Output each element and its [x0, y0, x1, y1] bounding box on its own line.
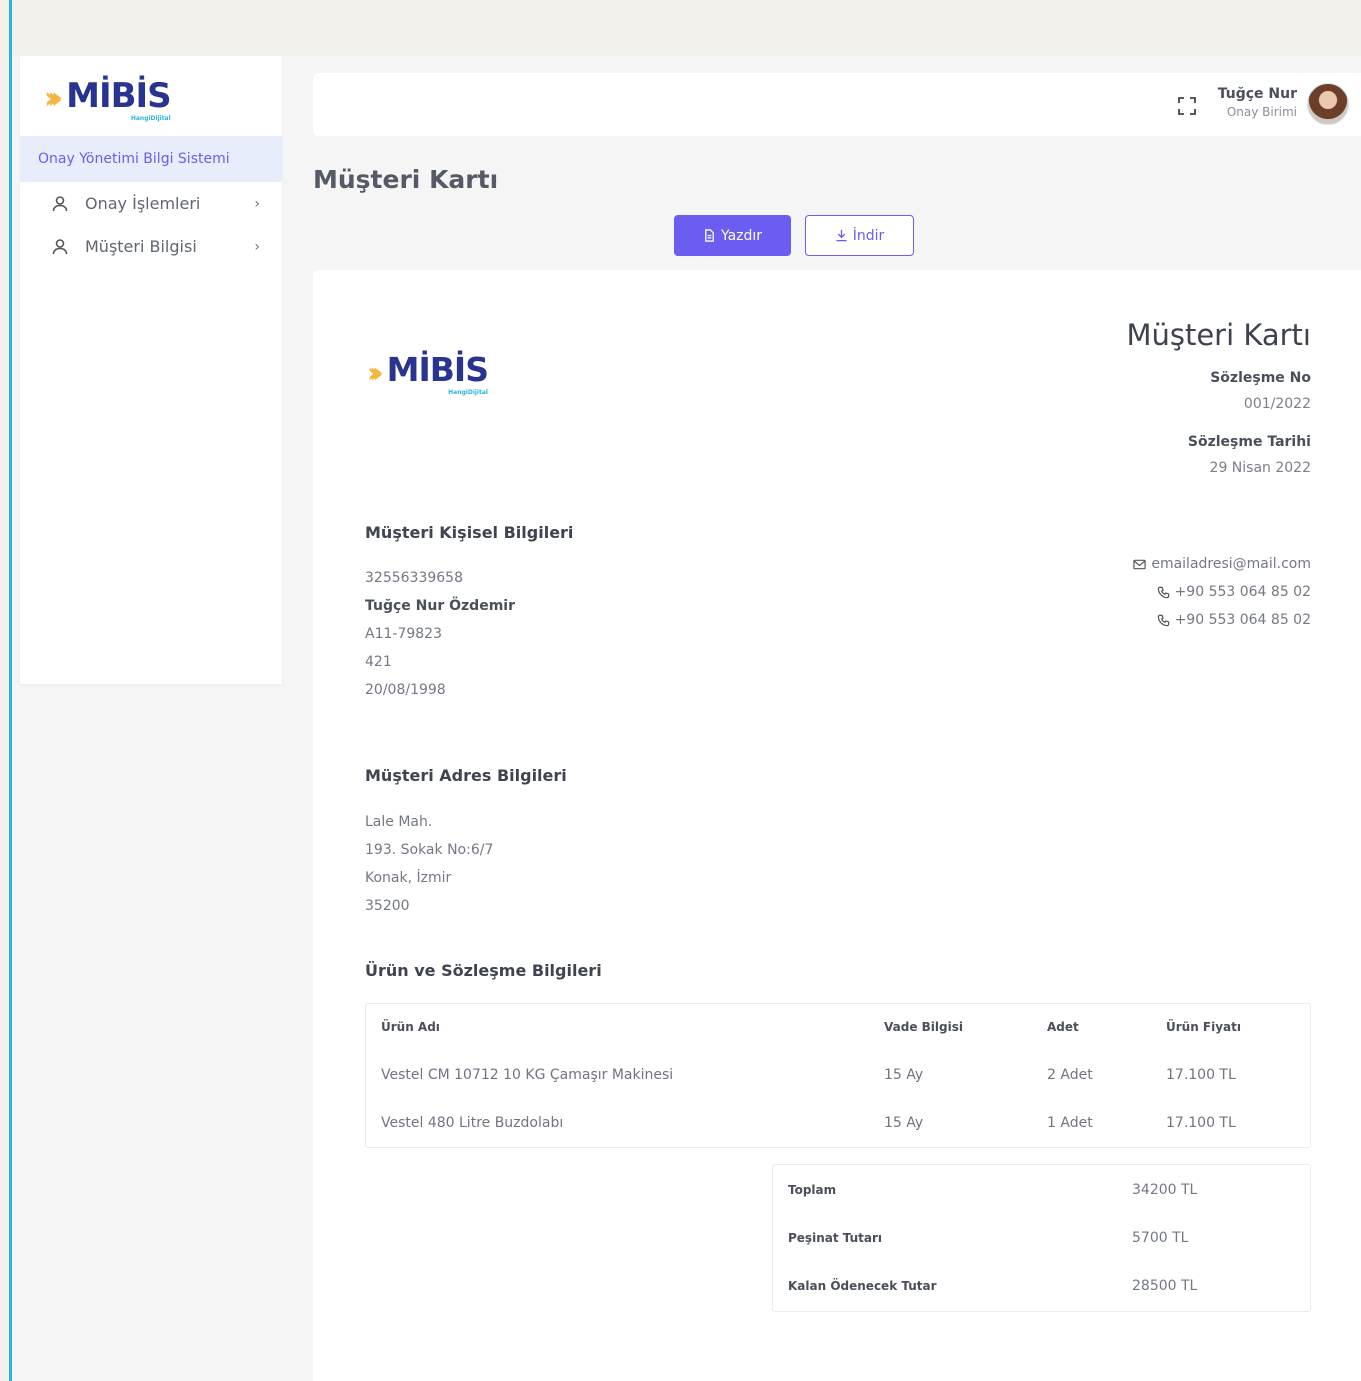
postal-code: 35200 [365, 898, 410, 914]
phone-icon [1157, 614, 1169, 626]
chevrons-icon: › › › [367, 356, 384, 389]
address-line: Konak, İzmir [365, 870, 452, 886]
chevron-right-icon: › [254, 238, 260, 255]
phone: +90 553 064 85 02 [1174, 612, 1311, 628]
user-name: Tuğçe Nur [1217, 86, 1297, 102]
column-header: Ürün Fiyatı [1166, 1020, 1242, 1034]
document-header: Müşteri Kartı Sözleşme No 001/2022 Sözle… [1126, 318, 1311, 498]
code: 421 [365, 654, 392, 670]
sidebar-item-label: Müşteri Bilgisi [85, 237, 197, 256]
products-section-title: Ürün ve Sözleşme Bilgileri [365, 961, 602, 980]
download-icon [836, 229, 847, 242]
page-title: Müşteri Kartı [313, 165, 499, 194]
contact-info: emailadresi@mail.com +90 553 064 85 02 +… [1133, 550, 1311, 634]
quantity: 2 Adet [1047, 1067, 1093, 1083]
products-table: Ürün Adı Vade Bilgisi Adet Ürün Fiyatı V… [365, 1003, 1311, 1148]
mail-icon [1133, 559, 1147, 569]
phone-row[interactable]: +90 553 064 85 02 [1133, 578, 1311, 606]
avatar[interactable] [1307, 83, 1349, 125]
phone-icon [1157, 586, 1169, 598]
user-icon [52, 195, 68, 211]
total-row: Toplam 34200 TL [773, 1166, 1310, 1214]
table-header: Ürün Adı Vade Bilgisi Adet Ürün Fiyatı [366, 1004, 1310, 1050]
column-header: Vade Bilgisi [884, 1020, 963, 1034]
remaining-value: 28500 TL [1132, 1278, 1198, 1294]
sidebar-item-onay-islemleri[interactable]: Onay İşlemleri › [20, 182, 282, 225]
card-logo: › › › MİBİS HangiDijital [367, 350, 489, 397]
contract-date: 29 Nisan 2022 [1209, 460, 1311, 476]
user-info[interactable]: Tuğçe Nur Onay Birimi [1218, 86, 1297, 119]
user-icon [52, 238, 68, 254]
product-name: Vestel 480 Litre Buzdolabı [381, 1115, 564, 1131]
serial-number: A11-79823 [365, 626, 442, 642]
term: 15 Ay [884, 1115, 924, 1131]
print-button[interactable]: Yazdır [674, 215, 791, 256]
total-label: Toplam [788, 1183, 837, 1197]
sidebar-brand[interactable]: › › › MİBİS HangiDijital [20, 56, 282, 136]
id-number: 32556339658 [365, 570, 463, 586]
mibis-logo: › › › MİBİS HangiDijital [44, 76, 172, 122]
quantity: 1 Adet [1047, 1115, 1093, 1131]
column-header: Ürün Adı [381, 1020, 440, 1034]
address-line: Lale Mah. [365, 814, 433, 830]
contract-no-label: Sözleşme No [1210, 370, 1311, 386]
sidebar: › › › MİBİS HangiDijital Onay Yönetimi Bil… [20, 56, 282, 684]
top-bar: Tuğçe Nur Onay Birimi [313, 73, 1361, 136]
product-name: Vestel CM 10712 10 KG Çamaşır Makinesi [381, 1067, 674, 1083]
system-title[interactable]: Onay Yönetimi Bilgi Sistemi [20, 136, 282, 182]
birth-date: 20/08/1998 [365, 682, 446, 698]
logo-text: MİBİS [66, 76, 172, 116]
address-info: Lale Mah. 193. Sokak No:6/7 Konak, İzmir… [365, 813, 493, 925]
contract-no: 001/2022 [1243, 396, 1311, 412]
sidebar-item-label: Onay İşlemleri [85, 194, 201, 213]
user-role: Onay Birimi [1226, 105, 1297, 119]
column-header: Adet [1047, 1020, 1079, 1034]
download-label: İndir [852, 227, 885, 244]
personal-info: 32556339658 Tuğçe Nur Özdemir A11-79823 … [365, 569, 515, 709]
contract-date-label: Sözleşme Tarihi [1187, 434, 1311, 450]
phone-row[interactable]: +90 553 064 85 02 [1133, 606, 1311, 634]
address-section-title: Müşteri Adres Bilgileri [365, 766, 567, 785]
logo-tagline: HangiDijital [448, 389, 488, 396]
totals-table: Toplam 34200 TL Peşinat Tutarı 5700 TL K… [772, 1164, 1311, 1312]
logo-text: MİBİS [386, 350, 489, 389]
fullscreen-icon[interactable] [1177, 96, 1197, 116]
download-button[interactable]: İndir [805, 215, 914, 256]
print-label: Yazdır [720, 227, 763, 244]
price: 17.100 TL [1166, 1067, 1236, 1083]
card-title: Müşteri Kartı [1126, 318, 1311, 352]
phone: +90 553 064 85 02 [1174, 584, 1311, 600]
remaining-label: Kalan Ödenecek Tutar [788, 1279, 937, 1293]
personal-section-title: Müşteri Kişisel Bilgileri [365, 523, 574, 542]
logo-tagline: HangiDijital [130, 115, 171, 122]
price: 17.100 TL [1166, 1115, 1236, 1131]
term: 15 Ay [884, 1067, 924, 1083]
down-payment-value: 5700 TL [1132, 1230, 1189, 1246]
table-row: Vestel 480 Litre Buzdolabı 15 Ay 1 Adet … [366, 1099, 1310, 1147]
down-payment-row: Peşinat Tutarı 5700 TL [773, 1214, 1310, 1262]
table-row: Vestel CM 10712 10 KG Çamaşır Makinesi 1… [366, 1051, 1310, 1099]
email: emailadresi@mail.com [1151, 556, 1311, 572]
down-payment-label: Peşinat Tutarı [788, 1231, 883, 1245]
email-row[interactable]: emailadresi@mail.com [1133, 550, 1311, 578]
file-icon [705, 229, 714, 242]
chevron-right-icon: › [254, 195, 260, 212]
sidebar-item-musteri-bilgisi[interactable]: Müşteri Bilgisi › [20, 225, 282, 268]
address-line: 193. Sokak No:6/7 [365, 842, 494, 858]
chevrons-icon: › › › [44, 81, 64, 116]
customer-name: Tuğçe Nur Özdemir [365, 598, 515, 614]
total-value: 34200 TL [1132, 1182, 1198, 1198]
customer-card: › › › MİBİS HangiDijital Müşteri Kartı Söz… [313, 270, 1361, 1381]
remaining-row: Kalan Ödenecek Tutar 28500 TL [773, 1262, 1310, 1310]
